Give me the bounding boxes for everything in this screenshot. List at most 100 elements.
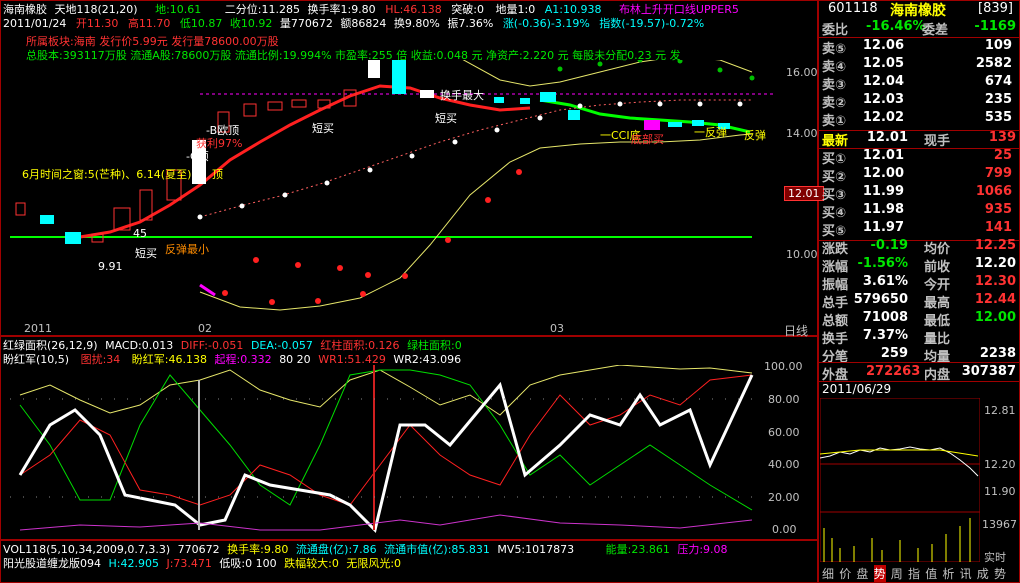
sun-low-buy: 低吸:0 100 bbox=[219, 557, 277, 570]
info-line: 2011/01/24 开11.30 高11.70 低10.87 收10.92 量… bbox=[3, 15, 704, 31]
vol-mv5: MV5:1017873 bbox=[497, 543, 575, 556]
sub-tick-60: 60.00 bbox=[768, 426, 800, 439]
bid-2[interactable]: 买② 12.00 799 bbox=[818, 166, 1016, 185]
stat-row: 涨幅 -1.56% 前收 12.20 bbox=[822, 256, 1016, 275]
waipan-row: 外盘 272263 内盘 307387 bbox=[818, 362, 1020, 383]
ann-short-buy-2: 短买 bbox=[435, 112, 457, 125]
bid-book: 买① 12.01 25 买② 12.00 799 买③ 11.99 1066 买④ 11.98… bbox=[818, 148, 1020, 241]
ask-5[interactable]: 卖⑤ 12.06 109 bbox=[818, 38, 1016, 57]
info-date: 2011/01/24 bbox=[3, 17, 67, 30]
sun-title: 阳光股道缠龙版094 bbox=[3, 557, 101, 570]
ann-rebound-1: 反弹 bbox=[744, 129, 766, 142]
ask-4[interactable]: 卖④ 12.05 2582 bbox=[818, 56, 1016, 75]
sun-unlimited: 无限风光:0 bbox=[346, 557, 402, 570]
tab-3[interactable]: 势 bbox=[873, 565, 886, 582]
weicha-label: 委差 bbox=[922, 23, 949, 38]
weicha-value: -1169 bbox=[974, 19, 1016, 34]
weibi-row: 委比 -16.46% 委差 -1169 bbox=[818, 19, 1020, 38]
date-03: 03 bbox=[550, 322, 564, 335]
info-close: 收10.92 bbox=[229, 17, 273, 30]
ann-short-buy-3: 短买 bbox=[135, 247, 157, 260]
bid-4[interactable]: 买④ 11.98 935 bbox=[818, 202, 1016, 221]
quote-name: 海南橡胶 bbox=[890, 3, 946, 19]
info-high: 高11.70 bbox=[127, 17, 171, 30]
date-02: 02 bbox=[198, 322, 212, 335]
last-label: 最新 bbox=[822, 134, 849, 149]
price-tick-14: 14.00 bbox=[786, 127, 818, 140]
sun-big-drop: 跌幅较大:0 bbox=[284, 557, 339, 570]
tab-8[interactable]: 讯 bbox=[960, 565, 972, 582]
tab-4[interactable]: 周 bbox=[891, 565, 903, 582]
weibi-label: 委比 bbox=[822, 23, 849, 38]
sun-line: 阳光股道缠龙版094 H:42.905 J:73.471 低吸:0 100 跌幅… bbox=[3, 555, 401, 571]
ann-short-buy-1: 短买 bbox=[312, 122, 334, 135]
info-open: 开11.30 bbox=[75, 17, 119, 30]
quote-header[interactable]: 601118 海南橡胶 [839] bbox=[818, 0, 1020, 19]
bid-3[interactable]: 买③ 11.99 1066 bbox=[818, 184, 1016, 203]
mini-tick-low: 11.90 bbox=[984, 485, 1016, 498]
ann-rebound-2: 一反弹 bbox=[694, 126, 727, 139]
date-2011: 2011 bbox=[24, 322, 52, 335]
mini-intraday-chart[interactable] bbox=[820, 398, 980, 562]
indicator-chart[interactable] bbox=[0, 365, 815, 537]
last-price-row[interactable]: 最新 12.01 现手 139 bbox=[818, 130, 1020, 149]
ask-1[interactable]: 卖① 12.02 535 bbox=[818, 110, 1016, 129]
stat-row: 总手 579650 最高 12.44 bbox=[822, 292, 1016, 311]
waipan-value: 272263 bbox=[866, 364, 921, 379]
tab-5[interactable]: 指 bbox=[908, 565, 920, 582]
bid-5[interactable]: 买⑤ 11.97 141 bbox=[818, 220, 1016, 239]
info-turnover: 换9.80% bbox=[393, 17, 440, 30]
mini-tick-mid: 12.20 bbox=[984, 458, 1016, 471]
ask-2[interactable]: 卖② 12.03 235 bbox=[818, 92, 1016, 111]
tab-2[interactable]: 盘 bbox=[856, 565, 868, 582]
bid-1[interactable]: 买① 12.01 25 bbox=[818, 148, 1016, 167]
sub-tick-0: 0.00 bbox=[772, 523, 797, 536]
stats-block: 涨跌 -0.19 均价 12.25 涨幅 -1.56% 前收 12.20 振幅 3.61% 今开 12… bbox=[818, 238, 1020, 365]
tab-6[interactable]: 值 bbox=[925, 565, 937, 582]
info-change: 涨(-0.36)-3.19% bbox=[502, 17, 590, 30]
tab-1[interactable]: 价 bbox=[839, 565, 851, 582]
tab-10[interactable]: 势 bbox=[994, 565, 1006, 582]
candlestick-chart[interactable] bbox=[0, 60, 815, 322]
ask-book: 卖⑤ 12.06 109 卖④ 12.05 2582 卖③ 12.04 674 卖② 12.0… bbox=[818, 38, 1020, 131]
ann-time-window: 6月时间之窗:5(芒种)、6.14(夏至) bbox=[22, 168, 192, 181]
tab-0[interactable]: 细 bbox=[822, 565, 834, 582]
tab-9[interactable]: 成 bbox=[977, 565, 989, 582]
info-low: 低10.87 bbox=[179, 17, 223, 30]
quote-code-num: [839] bbox=[978, 1, 1013, 16]
price-tick-10: 10.00 bbox=[786, 248, 818, 261]
mini-date: 2011/06/29 bbox=[822, 382, 892, 396]
ann-turnover-max: 换手最大 bbox=[440, 89, 484, 102]
quote-code: 601118 bbox=[828, 1, 878, 16]
sub-tick-20: 20.00 bbox=[768, 491, 800, 504]
tab-7[interactable]: 析 bbox=[942, 565, 954, 582]
mini-vol-tick: 13967 bbox=[982, 518, 1017, 531]
vol-pressure: 压力:9.08 bbox=[677, 543, 728, 556]
period-label[interactable]: 日线 bbox=[784, 322, 808, 339]
stat-row: 换手 7.37% 量比 bbox=[822, 328, 951, 347]
sub-tick-80: 80.00 bbox=[768, 393, 800, 406]
ann-profit: 获利97% bbox=[196, 137, 243, 150]
info-index: 指数(-19.57)-0.72% bbox=[599, 17, 705, 30]
info-amount: 额86824 bbox=[340, 17, 387, 30]
neipan-value: 307387 bbox=[961, 364, 1016, 379]
ann-top: 顶 bbox=[212, 168, 223, 181]
ask-3[interactable]: 卖③ 12.04 674 bbox=[818, 74, 1016, 93]
info-amplitude: 振7.36% bbox=[447, 17, 494, 30]
ann-low: 9.91 bbox=[98, 260, 123, 273]
waipan-label: 外盘 bbox=[822, 368, 849, 383]
realtime-label[interactable]: 实时 bbox=[984, 549, 1006, 565]
xianshou-value: 139 bbox=[988, 130, 1016, 145]
ann-45: 45 bbox=[133, 227, 147, 240]
vol-energy: 能量:23.861 bbox=[605, 543, 670, 556]
stat-row: 总额 71008 最低 12.00 bbox=[822, 310, 1016, 329]
mini-tick-high: 12.81 bbox=[984, 404, 1016, 417]
sun-h: H:42.905 bbox=[108, 557, 159, 570]
price-tick-16: 16.00 bbox=[786, 66, 818, 79]
neipan-label: 内盘 bbox=[924, 368, 951, 383]
stat-row: 振幅 3.61% 今开 12.30 bbox=[822, 274, 1016, 293]
sun-j: J:73.471 bbox=[166, 557, 212, 570]
xianshou-label: 现手 bbox=[924, 134, 951, 149]
sub-tick-40: 40.00 bbox=[768, 458, 800, 471]
weibi-value: -16.46% bbox=[866, 19, 926, 34]
